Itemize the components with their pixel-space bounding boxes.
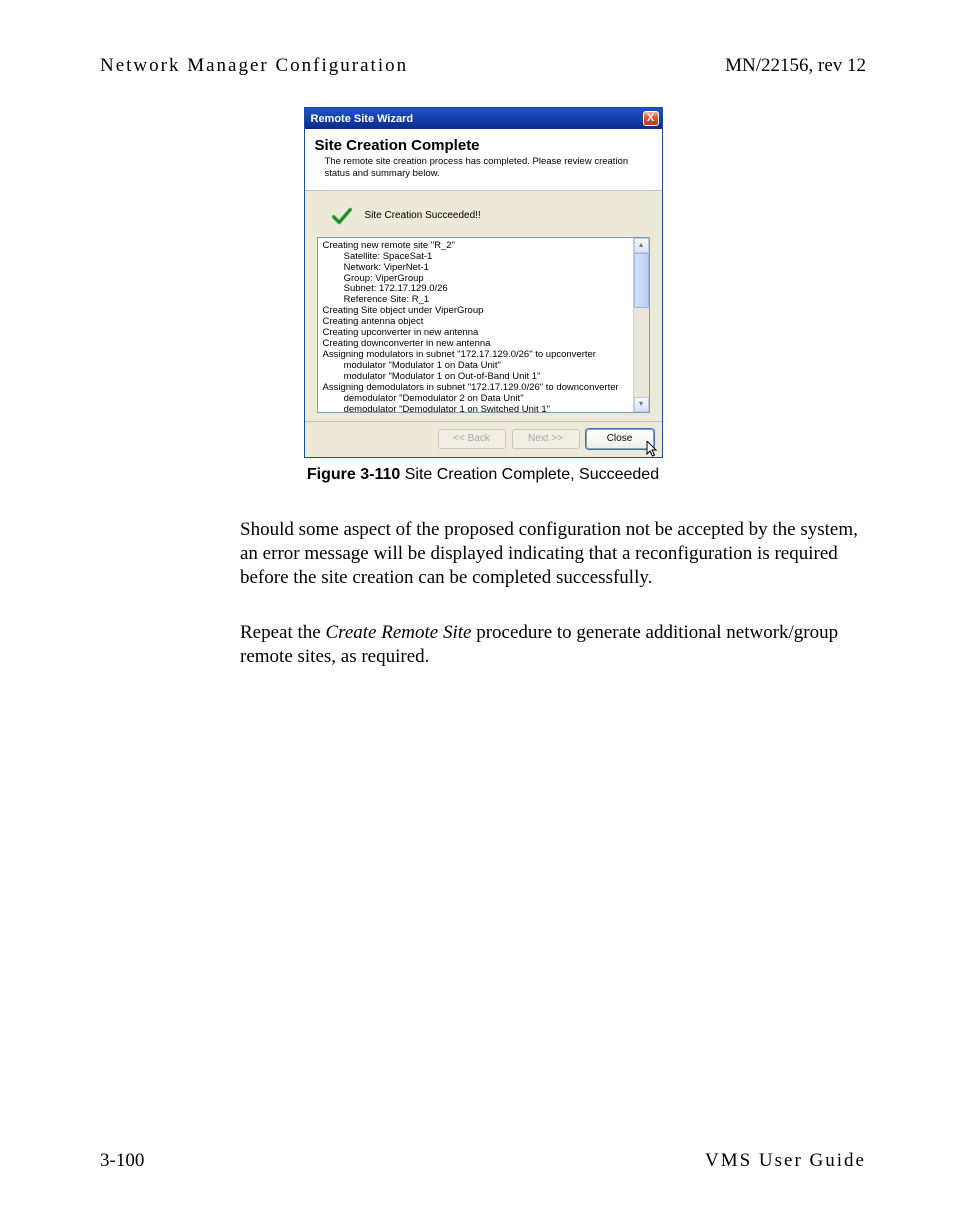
figure-label: Figure 3-110 <box>307 466 400 483</box>
header-section-title: Network Manager Configuration <box>100 55 408 77</box>
dialog-subheading: The remote site creation process has com… <box>325 156 652 180</box>
dialog-title: Remote Site Wizard <box>311 113 414 125</box>
figure-title: Site Creation Complete, Succeeded <box>400 466 659 483</box>
success-checkmark-icon <box>331 205 353 227</box>
scroll-thumb[interactable] <box>634 253 649 308</box>
log-scrollbar[interactable]: ▴ ▾ <box>633 238 649 412</box>
dialog-body: Site Creation Succeeded!! Creating new r… <box>305 191 662 421</box>
close-icon: X <box>647 112 654 124</box>
log-line: Network: ViperNet-1 <box>323 263 649 274</box>
body-paragraph-1: Should some aspect of the proposed confi… <box>240 518 866 591</box>
close-dialog-button[interactable]: Close <box>586 429 654 449</box>
dialog-heading: Site Creation Complete <box>315 137 652 154</box>
status-row: Site Creation Succeeded!! <box>331 205 650 227</box>
header-doc-id: MN/22156, rev 12 <box>725 55 866 77</box>
body-paragraph-2: Repeat the Create Remote Site procedure … <box>240 621 866 670</box>
figure-caption: Figure 3-110 Site Creation Complete, Suc… <box>100 466 866 484</box>
page-header: Network Manager Configuration MN/22156, … <box>100 55 866 77</box>
next-button: Next >> <box>512 429 580 449</box>
footer-doc-title: VMS User Guide <box>705 1150 866 1172</box>
dialog-header-panel: Site Creation Complete The remote site c… <box>305 129 662 191</box>
scroll-down-button[interactable]: ▾ <box>634 397 649 412</box>
status-text: Site Creation Succeeded!! <box>365 210 481 221</box>
log-line: demodulator "Demodulator 1 on Switched U… <box>323 405 649 413</box>
log-line: Satellite: SpaceSat-1 <box>323 252 649 263</box>
page-footer: 3-100 VMS User Guide <box>100 1150 866 1172</box>
remote-site-wizard-dialog: Remote Site Wizard X Site Creation Compl… <box>304 107 663 458</box>
dialog-titlebar[interactable]: Remote Site Wizard X <box>305 108 662 129</box>
scroll-up-button[interactable]: ▴ <box>634 238 649 253</box>
log-line: demodulator "Demodulator 2 on Data Unit" <box>323 394 649 405</box>
close-button[interactable]: X <box>643 111 659 126</box>
page-number: 3-100 <box>100 1150 144 1172</box>
dialog-button-row: << Back Next >> Close <box>305 421 662 457</box>
back-button: << Back <box>438 429 506 449</box>
creation-log-textarea[interactable]: Creating new remote site "R_2" Satellite… <box>317 237 650 413</box>
